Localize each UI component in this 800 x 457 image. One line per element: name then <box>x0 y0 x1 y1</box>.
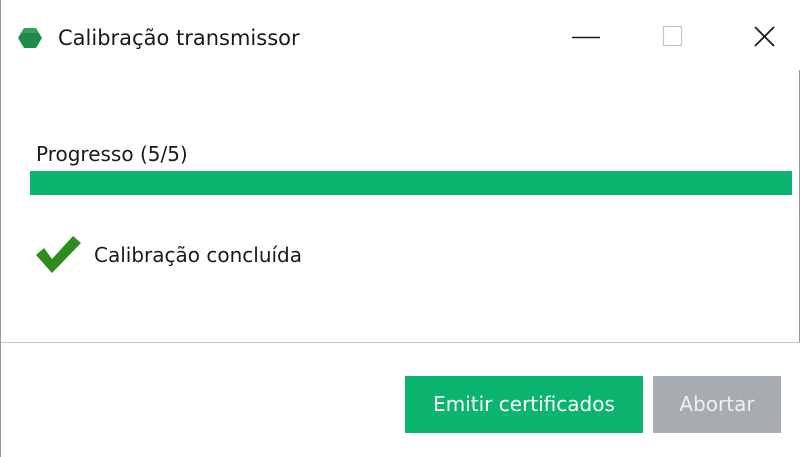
close-button[interactable] <box>721 0 800 70</box>
title-bar[interactable]: Calibração transmissor <box>1 0 800 70</box>
maximize-icon <box>662 25 683 47</box>
status-text: Calibração concluída <box>94 243 302 267</box>
progress-label: Progresso (5/5) <box>36 142 188 166</box>
progress-bar <box>30 171 792 195</box>
minimize-button[interactable] <box>541 0 633 70</box>
emit-certificates-button[interactable]: Emitir certificados <box>405 376 643 433</box>
checkmark-icon <box>36 236 81 273</box>
progress-bar-fill <box>30 171 792 195</box>
green-hexagon-icon <box>18 28 42 48</box>
abort-button[interactable]: Abortar <box>653 376 781 433</box>
close-icon <box>754 26 775 47</box>
calibration-window: Calibração transmissor Progresso (5/5) C… <box>0 0 800 457</box>
maximize-button[interactable] <box>628 0 720 70</box>
minimize-icon <box>572 36 600 39</box>
window-title: Calibração transmissor <box>58 26 300 50</box>
